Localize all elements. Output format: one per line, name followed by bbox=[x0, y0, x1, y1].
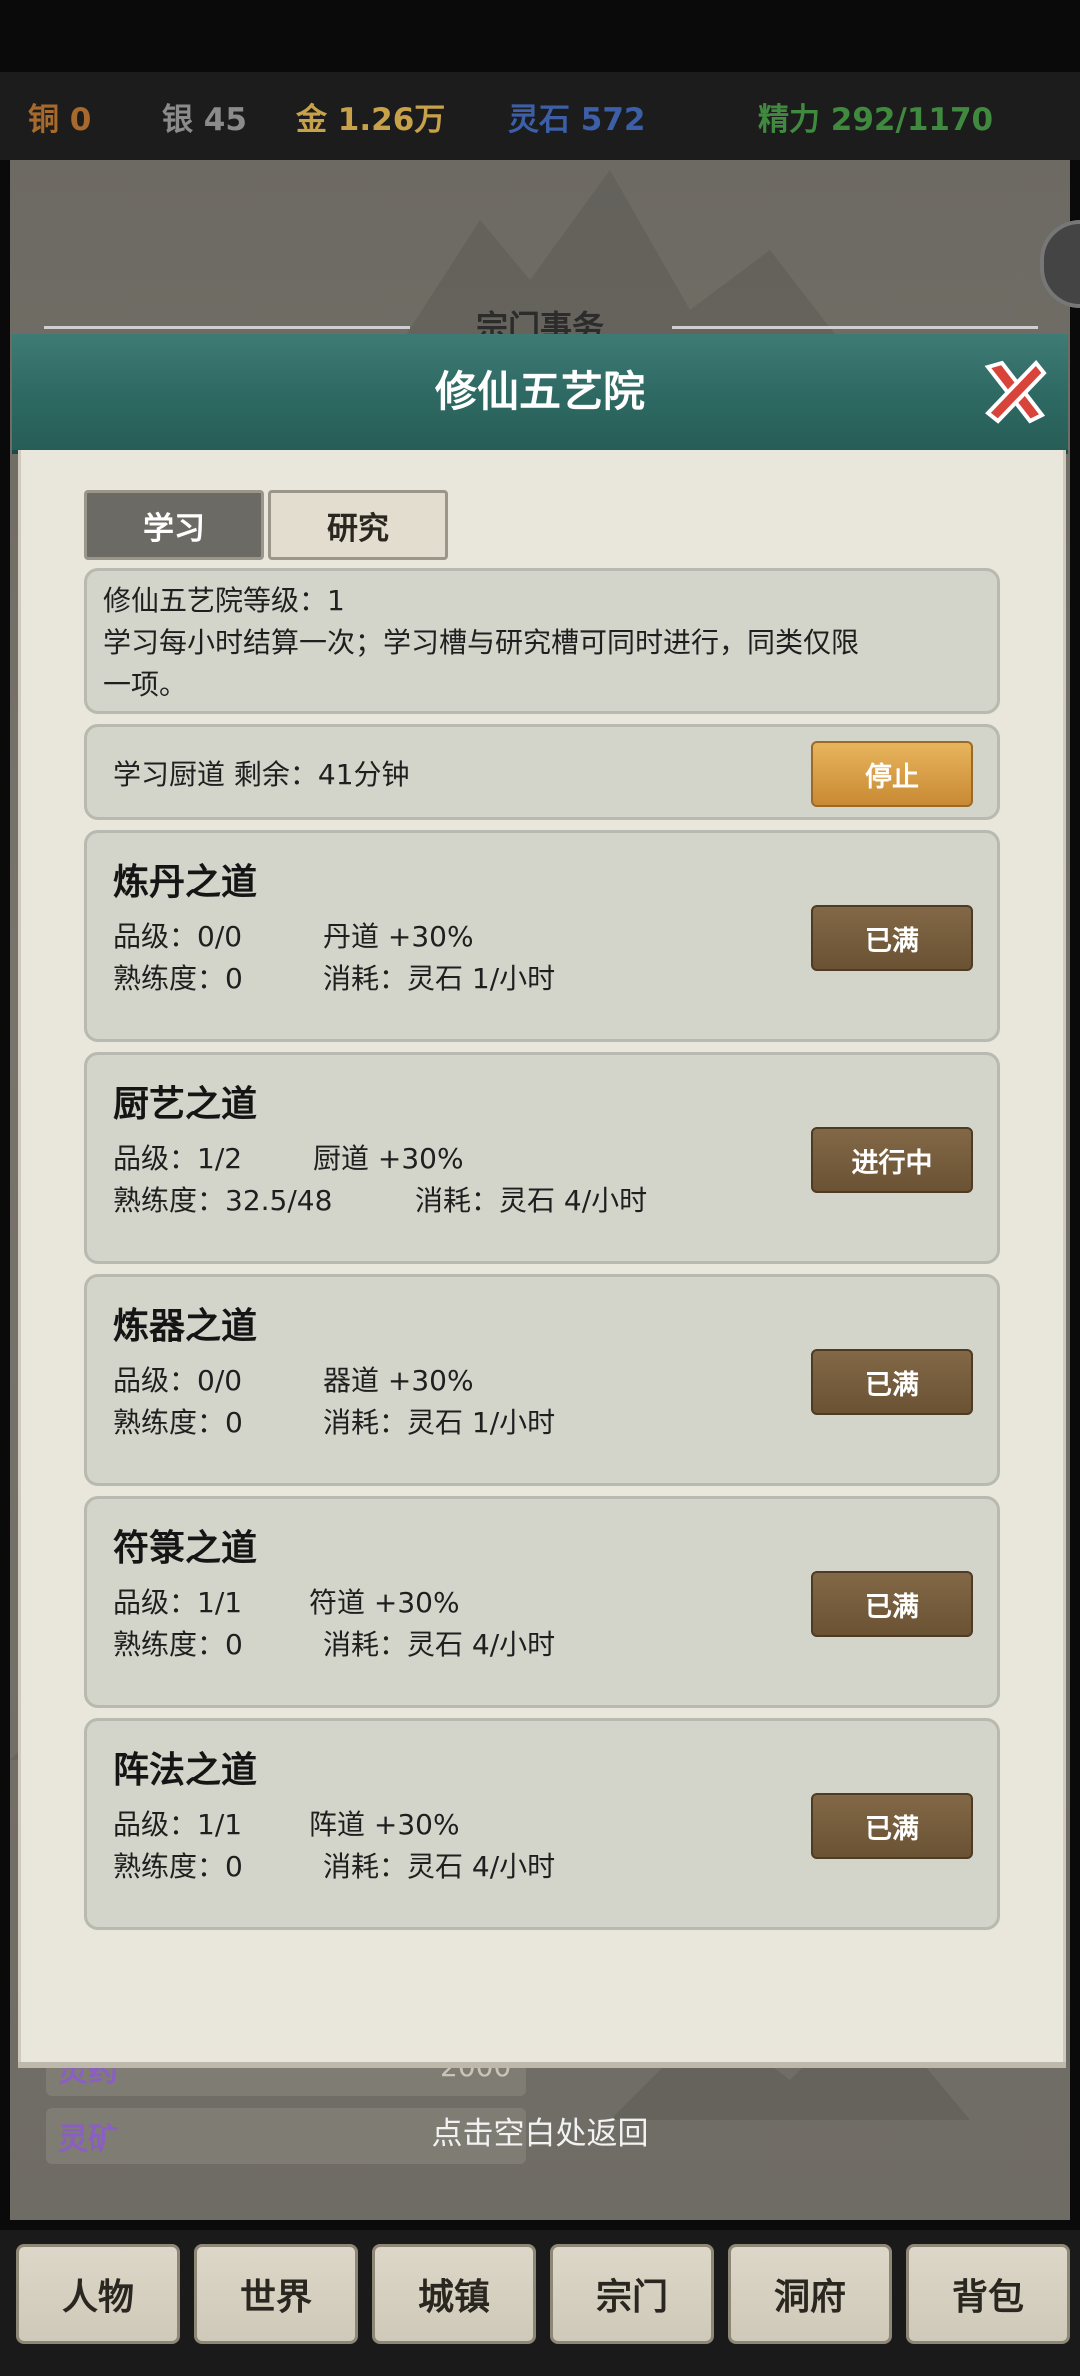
copper-count: 铜 0 bbox=[28, 102, 92, 138]
skill-proficiency: 熟练度：32.5/48 bbox=[113, 1184, 333, 1217]
nav-cave[interactable]: 洞府 bbox=[728, 2244, 892, 2344]
close-icon bbox=[984, 359, 1047, 424]
skill-card: 炼丹之道 品级：0/0 丹道 +30% 熟练度：0 消耗：灵石 1/小时 已满 bbox=[84, 830, 1000, 1042]
skill-full-button[interactable]: 已满 bbox=[811, 1349, 973, 1415]
skill-card: 厨艺之道 品级：1/2 厨道 +30% 熟练度：32.5/48 消耗：灵石 4/… bbox=[84, 1052, 1000, 1264]
skill-name: 炼丹之道 bbox=[113, 862, 258, 903]
skill-cost: 消耗：灵石 4/小时 bbox=[323, 1628, 556, 1661]
nav-world[interactable]: 世界 bbox=[194, 2244, 358, 2344]
tab-study[interactable]: 学习 bbox=[84, 490, 264, 560]
nav-sect[interactable]: 宗门 bbox=[550, 2244, 714, 2344]
tap-blank-to-return-hint: 点击空白处返回 bbox=[431, 2116, 649, 2152]
screen: 铜 0 银 45 金 1.26万 灵石 572 精力 292/1170 灵药 2… bbox=[0, 0, 1080, 2376]
current-study-status: 学习厨道 剩余：41分钟 bbox=[113, 758, 410, 791]
skill-grade: 品级：1/1 bbox=[113, 1808, 243, 1841]
skill-bonus: 阵道 +30% bbox=[309, 1808, 460, 1841]
spirit-stone-count: 灵石 572 bbox=[508, 102, 646, 138]
nav-character[interactable]: 人物 bbox=[16, 2244, 180, 2344]
skill-full-button[interactable]: 已满 bbox=[811, 1571, 973, 1637]
skill-name: 厨艺之道 bbox=[113, 1084, 258, 1125]
skill-card: 阵法之道 品级：1/1 阵道 +30% 熟练度：0 消耗：灵石 4/小时 已满 bbox=[84, 1718, 1000, 1930]
skill-grade: 品级：1/1 bbox=[113, 1586, 243, 1619]
skill-proficiency: 熟练度：0 bbox=[113, 962, 243, 995]
skill-name: 符箓之道 bbox=[113, 1528, 258, 1569]
skill-bonus: 厨道 +30% bbox=[313, 1142, 464, 1175]
nav-bag[interactable]: 背包 bbox=[906, 2244, 1070, 2344]
skill-cost: 消耗：灵石 1/小时 bbox=[323, 1406, 556, 1439]
current-study-card: 学习厨道 剩余：41分钟 停止 bbox=[84, 724, 1000, 820]
skill-grade: 品级：0/0 bbox=[113, 1364, 243, 1397]
close-button[interactable] bbox=[980, 354, 1050, 430]
skill-in-progress-button[interactable]: 进行中 bbox=[811, 1127, 973, 1193]
skill-full-button[interactable]: 已满 bbox=[811, 905, 973, 971]
skill-cost: 消耗：灵石 1/小时 bbox=[323, 962, 556, 995]
skill-grade: 品级：1/2 bbox=[113, 1142, 243, 1175]
skill-proficiency: 熟练度：0 bbox=[113, 1850, 243, 1883]
academy-rule-line2: 一项。 bbox=[103, 668, 188, 701]
resource-bar: 铜 0 银 45 金 1.26万 灵石 572 精力 292/1170 bbox=[0, 72, 1080, 160]
energy-count: 精力 292/1170 bbox=[758, 102, 994, 138]
dialog-title: 修仙五艺院 bbox=[434, 367, 645, 416]
skill-full-button[interactable]: 已满 bbox=[811, 1793, 973, 1859]
skill-proficiency: 熟练度：0 bbox=[113, 1406, 243, 1439]
academy-rule-line1: 学习每小时结算一次；学习槽与研究槽可同时进行，同类仅限 bbox=[103, 626, 860, 659]
skill-card: 符箓之道 品级：1/1 符道 +30% 熟练度：0 消耗：灵石 4/小时 已满 bbox=[84, 1496, 1000, 1708]
silver-count: 银 45 bbox=[162, 102, 247, 138]
skill-card: 炼器之道 品级：0/0 器道 +30% 熟练度：0 消耗：灵石 1/小时 已满 bbox=[84, 1274, 1000, 1486]
skill-bonus: 丹道 +30% bbox=[323, 920, 474, 953]
skill-proficiency: 熟练度：0 bbox=[113, 1628, 243, 1661]
tab-research[interactable]: 研究 bbox=[268, 490, 448, 560]
stop-button[interactable]: 停止 bbox=[811, 741, 973, 807]
skill-grade: 品级：0/0 bbox=[113, 920, 243, 953]
academy-info-card: 修仙五艺院等级：1 学习每小时结算一次；学习槽与研究槽可同时进行，同类仅限 一项… bbox=[84, 568, 1000, 714]
skill-cost: 消耗：灵石 4/小时 bbox=[323, 1850, 556, 1883]
skill-bonus: 器道 +30% bbox=[323, 1364, 474, 1397]
bottom-nav: 人物 世界 城镇 宗门 洞府 背包 bbox=[0, 2230, 1080, 2376]
gold-count: 金 1.26万 bbox=[296, 102, 446, 138]
skill-name: 炼器之道 bbox=[113, 1306, 258, 1347]
skill-name: 阵法之道 bbox=[113, 1750, 258, 1791]
skill-bonus: 符道 +30% bbox=[309, 1586, 460, 1619]
skill-cost: 消耗：灵石 4/小时 bbox=[415, 1184, 648, 1217]
academy-level: 修仙五艺院等级：1 bbox=[103, 584, 345, 617]
nav-town[interactable]: 城镇 bbox=[372, 2244, 536, 2344]
